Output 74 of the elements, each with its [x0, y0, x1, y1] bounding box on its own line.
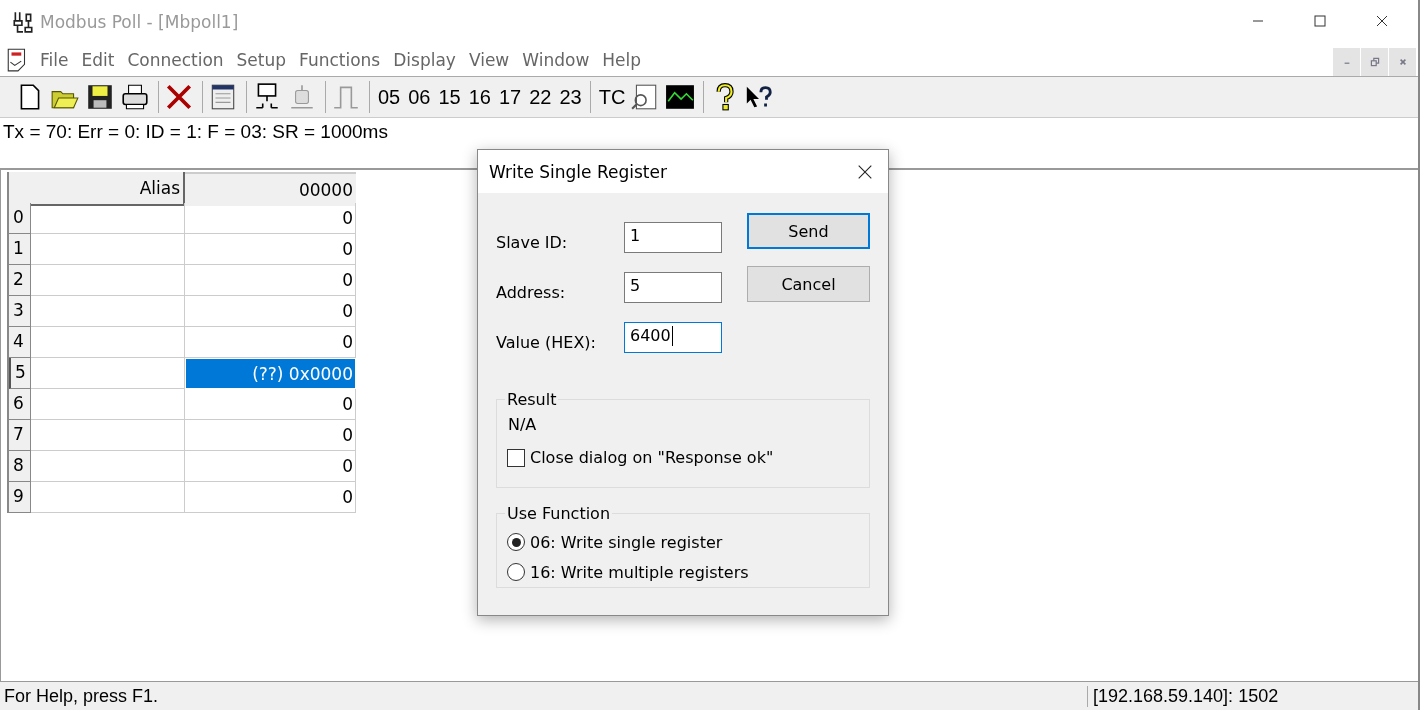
- row-header: 1: [9, 234, 31, 265]
- radio-button[interactable]: [507, 533, 525, 551]
- field-label: Slave ID:: [496, 231, 569, 252]
- alias-cell[interactable]: [31, 420, 185, 451]
- table-cell[interactable]: 0: [185, 234, 356, 265]
- menu-item[interactable]: Edit: [75, 50, 122, 70]
- send-button[interactable]: Send: [747, 213, 870, 249]
- menu-item[interactable]: Help: [596, 50, 649, 70]
- function-code-button[interactable]: 17: [495, 85, 526, 109]
- alias-cell[interactable]: [31, 234, 185, 265]
- restore-icon: [1368, 56, 1381, 68]
- tc-button[interactable]: TC: [594, 85, 630, 109]
- save-icon[interactable]: [85, 82, 115, 112]
- app-icon: [12, 10, 34, 34]
- table-cell[interactable]: 0: [185, 389, 356, 420]
- table-cell[interactable]: 0: [185, 203, 356, 234]
- table-cell[interactable]: 0: [185, 296, 356, 327]
- row-header: 2: [9, 265, 31, 296]
- alias-cell[interactable]: [31, 451, 185, 482]
- checkbox[interactable]: [507, 448, 525, 467]
- printer-icon[interactable]: [120, 82, 150, 112]
- window-title: Modbus Poll - [Mbpoll1]: [40, 12, 240, 32]
- input-field[interactable]: 6400: [624, 321, 722, 353]
- row-header: 3: [9, 296, 31, 327]
- menu-item[interactable]: Functions: [293, 50, 388, 70]
- row-header: 0: [9, 203, 31, 234]
- field-label: Address:: [496, 281, 567, 302]
- function-code-button[interactable]: 05: [374, 85, 405, 109]
- table-cell[interactable]: 0: [185, 451, 356, 482]
- row-header: 4: [9, 327, 31, 358]
- row-header: 9: [9, 482, 31, 513]
- column-header: 00000: [185, 172, 356, 206]
- cancel-button[interactable]: Cancel: [747, 266, 870, 302]
- alias-cell[interactable]: [31, 482, 185, 513]
- row-header: 7: [9, 420, 31, 451]
- menu-item[interactable]: View: [462, 50, 517, 70]
- chart-icon[interactable]: [665, 82, 696, 112]
- alias-cell[interactable]: [31, 327, 185, 358]
- column-header: Alias: [31, 172, 185, 206]
- function-code-button[interactable]: 22: [525, 85, 556, 109]
- checkbox-label[interactable]: Close dialog on "Response ok": [530, 448, 774, 467]
- function-code-button[interactable]: 16: [464, 85, 495, 109]
- function-code-button[interactable]: 06: [404, 85, 435, 109]
- field-label: Value (HEX):: [496, 331, 597, 352]
- row-header: 8: [9, 451, 31, 482]
- group-title: Result: [506, 390, 558, 409]
- status-text: For Help, press F1.: [3, 685, 160, 707]
- input-field[interactable]: 1: [624, 221, 722, 253]
- restore-button[interactable]: [1361, 48, 1388, 76]
- alias-cell[interactable]: [31, 296, 185, 327]
- menu-item[interactable]: File: [34, 50, 76, 70]
- row-header: 5: [9, 358, 31, 389]
- function-code-button[interactable]: 15: [434, 85, 465, 109]
- table-cell[interactable]: 0: [185, 265, 356, 296]
- alias-cell[interactable]: [31, 265, 185, 296]
- input-field[interactable]: 5: [624, 271, 722, 303]
- table-cell[interactable]: (??) 0x0000: [185, 358, 356, 389]
- radio-button[interactable]: [507, 563, 525, 581]
- delete-icon[interactable]: [164, 82, 194, 112]
- group-title: Use Function: [506, 504, 612, 523]
- function-code-button[interactable]: 23: [555, 85, 586, 109]
- alias-cell[interactable]: [31, 389, 185, 420]
- menu-item[interactable]: Window: [516, 50, 597, 70]
- menu-item[interactable]: Setup: [230, 50, 294, 70]
- menu-item[interactable]: Display: [387, 50, 463, 70]
- row-header: 6: [9, 389, 31, 420]
- table-cell[interactable]: 0: [185, 482, 356, 513]
- connection-status: [192.168.59.140]: 1502: [1087, 685, 1418, 707]
- menu-item[interactable]: Connection: [121, 50, 231, 70]
- result-text: N/A: [508, 415, 538, 434]
- table-cell[interactable]: 0: [185, 420, 356, 451]
- radio-label[interactable]: 16: Write multiple registers: [530, 562, 749, 582]
- alias-cell[interactable]: [31, 203, 185, 234]
- radio-label[interactable]: 06: Write single register: [530, 532, 723, 552]
